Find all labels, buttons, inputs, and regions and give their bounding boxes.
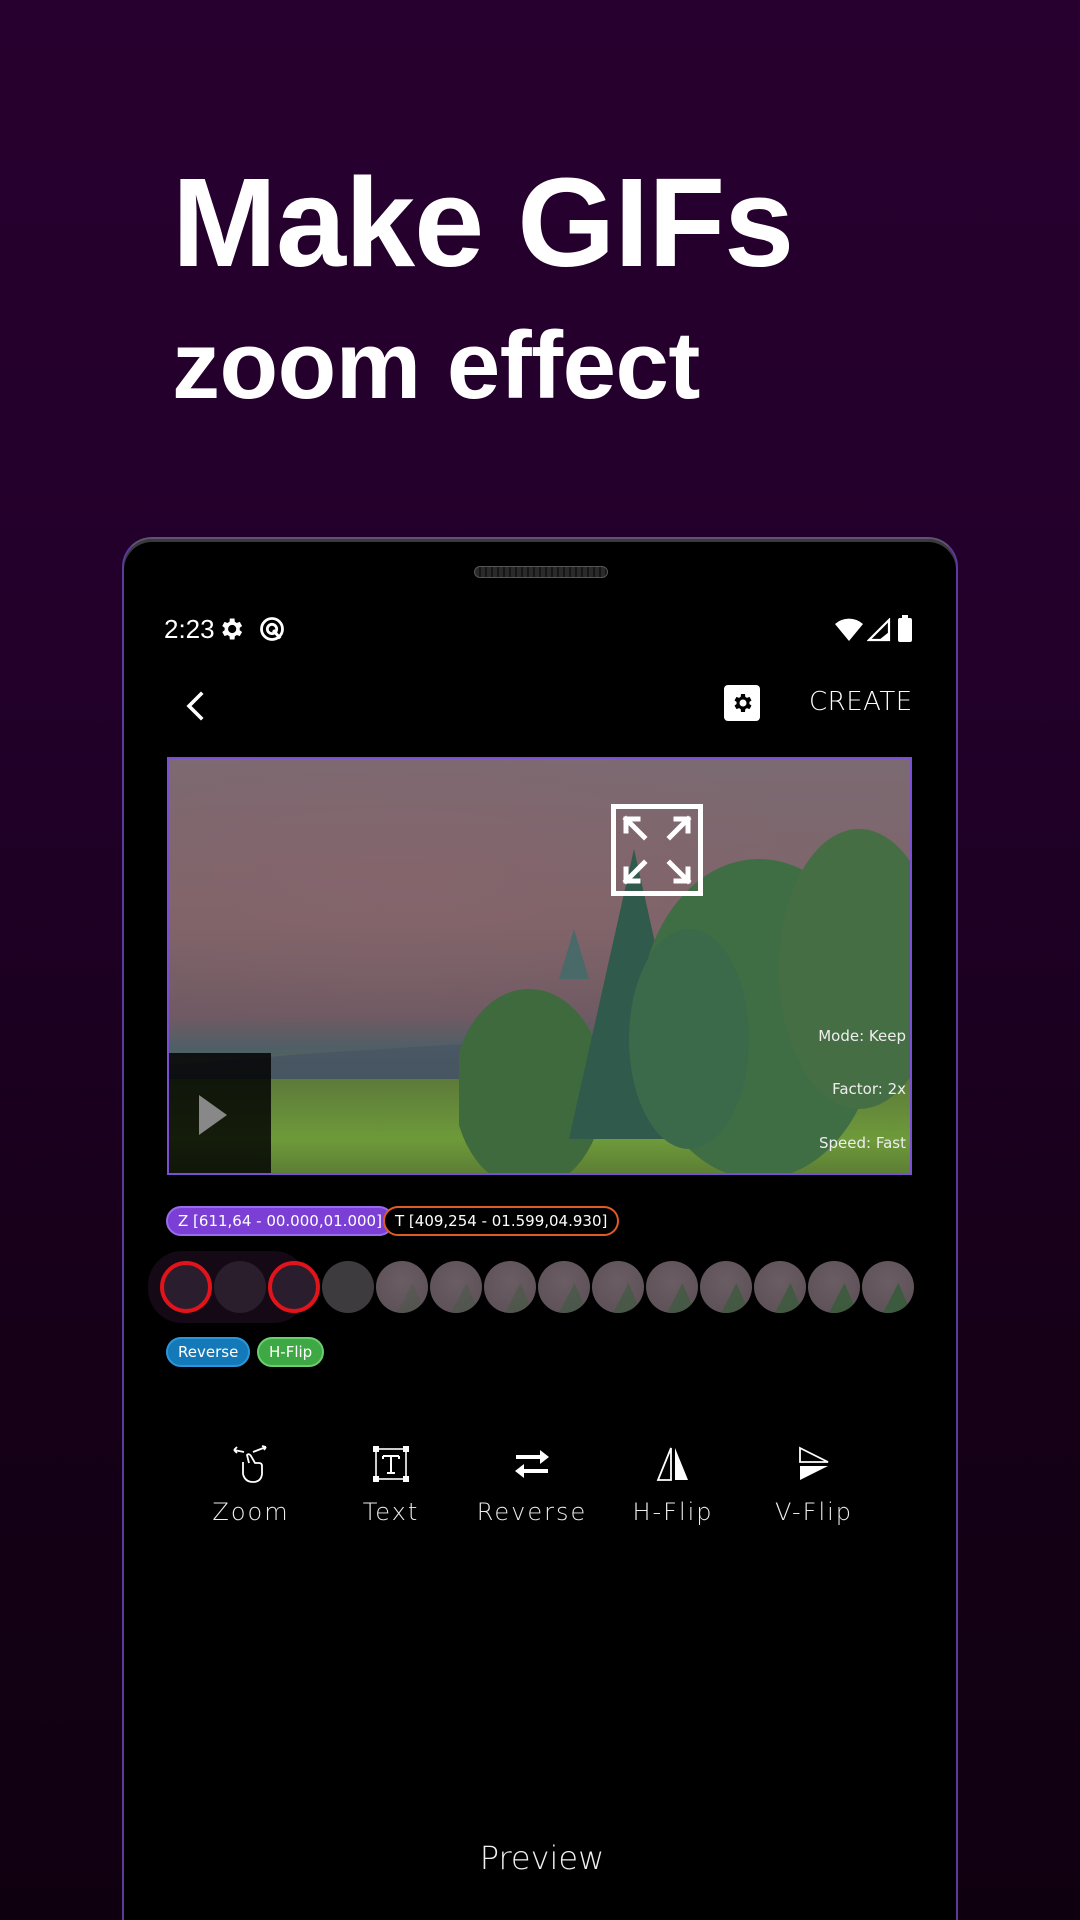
- frame-tree: [558, 1283, 588, 1313]
- frame-thumbnail[interactable]: [592, 1261, 644, 1313]
- frame-tree: [504, 1283, 534, 1313]
- frame-tree: [612, 1283, 642, 1313]
- frame-thumbnail[interactable]: [160, 1261, 212, 1313]
- speed-info: Speed: Fast: [819, 1134, 906, 1152]
- horizontal-flip-icon: [656, 1447, 688, 1481]
- speaker-grill: [474, 566, 608, 578]
- hflip-chip[interactable]: H-Flip: [257, 1337, 325, 1367]
- frames-strip[interactable]: [124, 1239, 956, 1334]
- frame-thumbnail[interactable]: [484, 1261, 536, 1313]
- create-button[interactable]: CREATE: [809, 687, 913, 717]
- tool-zoom-label: Zoom: [212, 1498, 290, 1526]
- frame-thumbnail[interactable]: [214, 1261, 266, 1313]
- frame-thumbnail[interactable]: [808, 1261, 860, 1313]
- text-effect-chip[interactable]: T [409,254 - 01.599,04.930]: [383, 1206, 620, 1236]
- tool-vflip[interactable]: V-Flip: [744, 1444, 884, 1526]
- battery-icon: [898, 615, 912, 642]
- pinch-zoom-icon: [233, 1445, 267, 1483]
- tool-hflip-label: H-Flip: [632, 1498, 714, 1526]
- phone-frame: 2:23 CREATE Mode: Keep Factor: 2x Speed:…: [122, 537, 958, 1920]
- play-button[interactable]: [169, 1053, 271, 1173]
- video-preview[interactable]: Mode: Keep Factor: 2x Speed: Fast: [167, 757, 912, 1175]
- factor-info: Factor: 2x: [832, 1080, 906, 1098]
- frame-tree: [396, 1283, 426, 1313]
- tool-reverse-label: Reverse: [476, 1498, 588, 1526]
- frame-tree: [450, 1283, 480, 1313]
- frame-thumbnail[interactable]: [322, 1261, 374, 1313]
- frame-tree: [828, 1283, 858, 1313]
- gear-icon[interactable]: [724, 685, 760, 721]
- frame-tree: [882, 1283, 912, 1313]
- preview-button[interactable]: Preview: [124, 1839, 956, 1877]
- tool-zoom[interactable]: Zoom: [181, 1444, 321, 1526]
- tool-hflip[interactable]: H-Flip: [603, 1444, 743, 1526]
- frame-tree: [720, 1283, 750, 1313]
- frame-tree: [774, 1283, 804, 1313]
- status-time: 2:23: [164, 614, 215, 644]
- frame-tree: [666, 1283, 696, 1313]
- frame-thumbnail[interactable]: [268, 1261, 320, 1313]
- reverse-chip[interactable]: Reverse: [166, 1337, 251, 1367]
- wifi-icon: [835, 618, 863, 641]
- frame-thumbnail[interactable]: [646, 1261, 698, 1313]
- frame-thumbnail[interactable]: [376, 1261, 428, 1313]
- promo-title: Make GIFs: [172, 152, 794, 293]
- tool-vflip-label: V-Flip: [774, 1498, 854, 1526]
- back-button[interactable]: [174, 684, 218, 728]
- tool-reverse[interactable]: Reverse: [462, 1444, 602, 1526]
- frame-thumbnail[interactable]: [430, 1261, 482, 1313]
- frame-thumbnail[interactable]: [538, 1261, 590, 1313]
- tool-text[interactable]: Text: [321, 1444, 461, 1526]
- signal-icon: [867, 618, 891, 642]
- fullscreen-button[interactable]: [611, 804, 703, 896]
- frame-thumbnail[interactable]: [754, 1261, 806, 1313]
- mode-info: Mode: Keep: [818, 1027, 906, 1045]
- settings-icon: [222, 618, 243, 640]
- play-icon: [199, 1095, 227, 1135]
- swap-arrows-icon: [515, 1450, 549, 1478]
- promo-subtitle: zoom effect: [172, 312, 700, 419]
- fullscreen-icon: [622, 815, 692, 885]
- vertical-flip-icon: [799, 1446, 829, 1480]
- text-box-icon: [373, 1446, 409, 1482]
- q-badge-icon: [260, 617, 284, 641]
- zoom-effect-chip[interactable]: Z [611,64 - 00.000,01.000]: [166, 1206, 394, 1236]
- frame-thumbnail[interactable]: [862, 1261, 914, 1313]
- tool-text-label: Text: [362, 1498, 420, 1526]
- frame-thumbnail[interactable]: [700, 1261, 752, 1313]
